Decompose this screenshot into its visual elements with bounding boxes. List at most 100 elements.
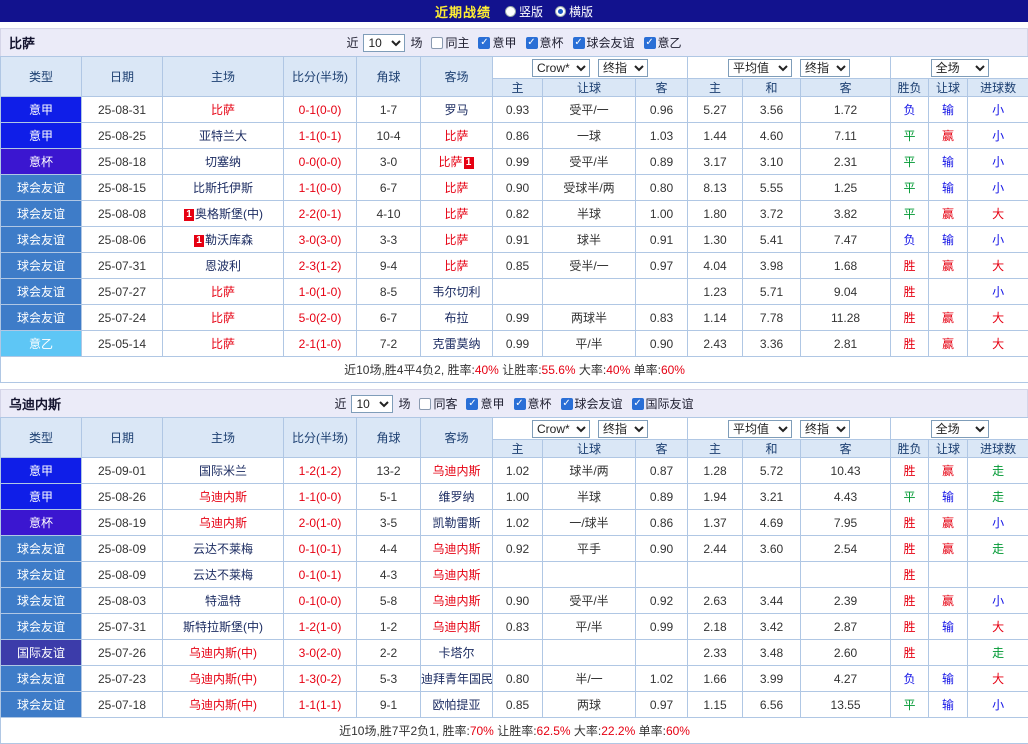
team-link[interactable]: 恩波利: [205, 259, 241, 273]
bookmaker-period-select[interactable]: 终指: [598, 420, 648, 438]
average-odds: 2.63: [688, 588, 743, 614]
layout-radio-horizontal[interactable]: 横版: [555, 3, 593, 20]
average-odds: 5.72: [743, 458, 801, 484]
team-link[interactable]: 亚特兰大: [199, 129, 247, 143]
team-link[interactable]: 乌迪内斯: [199, 490, 247, 504]
away-team: 乌迪内斯: [421, 614, 493, 640]
team-link[interactable]: 乌迪内斯: [432, 464, 480, 478]
bookmaker-odds: 半球: [543, 484, 636, 510]
average-select[interactable]: 平均值: [728, 59, 792, 77]
match-row: 意杯25-08-19乌迪内斯2-0(1-0)3-5凯勒雷斯1.02一/球半0.8…: [1, 510, 1028, 536]
summary-cell: 近10场,胜7平2负1, 胜率:70% 让胜率:62.5% 大率:22.2% 单…: [1, 718, 1028, 744]
team-link[interactable]: 云达不莱梅: [193, 568, 253, 582]
team-link[interactable]: 凯勒雷斯: [432, 516, 480, 530]
home-team: 比萨: [163, 331, 284, 357]
bookmaker-odds: [636, 640, 688, 666]
layout-radio-vertical[interactable]: 竖版: [505, 3, 543, 20]
summary-segment: 近10场,胜4平4负2, 胜率:: [344, 363, 475, 377]
filter-checkbox-同客[interactable]: 同客: [419, 395, 457, 412]
average-select[interactable]: 平均值: [728, 420, 792, 438]
topbar: 近期战绩 竖版横版: [0, 0, 1028, 22]
filter-checkbox-国际友谊[interactable]: ✓国际友谊: [632, 395, 694, 412]
team-link[interactable]: 维罗纳: [438, 490, 474, 504]
filter-games-label: 场: [410, 34, 422, 51]
handicap-result: [929, 562, 968, 588]
average-odds: 1.28: [688, 458, 743, 484]
team-link[interactable]: 罗马: [444, 103, 468, 117]
score: 2-3(1-2): [284, 253, 357, 279]
league-type: 球会友谊: [1, 562, 82, 588]
team-link[interactable]: 卡塔尔: [438, 646, 474, 660]
checkbox-label: 意杯: [528, 395, 552, 412]
team-link[interactable]: 乌迪内斯: [199, 516, 247, 530]
filter-checkbox-球会友谊[interactable]: ✓球会友谊: [561, 395, 623, 412]
team-link[interactable]: 韦尔切利: [432, 285, 480, 299]
average-odds: 7.47: [801, 227, 891, 253]
scope-select[interactable]: 全场: [931, 59, 989, 77]
team-link[interactable]: 比斯托伊斯: [193, 181, 253, 195]
team-link[interactable]: 欧帕提亚: [432, 698, 480, 712]
bookmaker-odds: 0.83: [493, 614, 543, 640]
scope-select[interactable]: 全场: [931, 420, 989, 438]
team-link[interactable]: 乌迪内斯: [432, 568, 480, 582]
team-link[interactable]: 比萨: [444, 233, 468, 247]
filter-checkbox-意甲[interactable]: ✓意甲: [466, 395, 504, 412]
average-odds: 13.55: [801, 692, 891, 718]
team-link[interactable]: 克雷莫纳: [432, 337, 480, 351]
team-link[interactable]: 比萨: [444, 129, 468, 143]
team-link[interactable]: 乌迪内斯(中): [189, 672, 257, 686]
team-link[interactable]: 奥格斯堡(中): [195, 207, 263, 221]
team-link[interactable]: 国际米兰: [199, 464, 247, 478]
filter-checkbox-意杯[interactable]: ✓意杯: [526, 34, 564, 51]
average-period-select[interactable]: 终指: [800, 420, 850, 438]
sub-col-header: 胜负: [891, 79, 929, 97]
team-link[interactable]: 乌迪内斯(中): [189, 698, 257, 712]
team-link[interactable]: 斯特拉斯堡(中): [183, 620, 263, 634]
bookmaker-odds: 0.80: [493, 666, 543, 692]
team-link[interactable]: 特温特: [205, 594, 241, 608]
average-odds: 3.44: [743, 588, 801, 614]
team-link[interactable]: 乌迪内斯(中): [189, 646, 257, 660]
team-link[interactable]: 云达不莱梅: [193, 542, 253, 556]
away-team: 比萨: [421, 201, 493, 227]
sub-col-header: 主: [688, 79, 743, 97]
team-link[interactable]: 比萨: [444, 207, 468, 221]
team-link[interactable]: 比萨: [211, 337, 235, 351]
bookmaker-odds: 一球: [543, 123, 636, 149]
average-odds: 5.71: [743, 279, 801, 305]
team-link[interactable]: 比萨: [211, 285, 235, 299]
filter-checkbox-意甲[interactable]: ✓意甲: [478, 34, 516, 51]
away-team: 布拉: [421, 305, 493, 331]
match-row: 球会友谊25-08-061勒沃库森3-0(3-0)3-3比萨0.91球半0.91…: [1, 227, 1028, 253]
match-count-select[interactable]: 10: [363, 34, 405, 52]
bookmaker-select[interactable]: Crow*: [532, 420, 590, 438]
filter-checkbox-同主[interactable]: 同主: [431, 34, 469, 51]
filter-checkbox-意乙[interactable]: ✓意乙: [644, 34, 682, 51]
bookmaker-select[interactable]: Crow*: [532, 59, 590, 77]
team-link[interactable]: 乌迪内斯: [432, 594, 480, 608]
team-link[interactable]: 比萨: [211, 103, 235, 117]
bookmaker-period-select[interactable]: 终指: [598, 59, 648, 77]
average-period-select[interactable]: 终指: [800, 59, 850, 77]
team-link[interactable]: 勒沃库森: [205, 233, 253, 247]
team-link[interactable]: 比萨: [444, 181, 468, 195]
filter-checkbox-球会友谊[interactable]: ✓球会友谊: [573, 34, 635, 51]
sub-col-header: 让球: [543, 79, 636, 97]
team-link[interactable]: 迪拜青年国民: [421, 672, 493, 686]
team-link[interactable]: 比萨: [444, 259, 468, 273]
team-link[interactable]: 布拉: [444, 311, 468, 325]
league-type: 意甲: [1, 484, 82, 510]
team-link[interactable]: 比萨: [438, 155, 462, 169]
match-count-select[interactable]: 10: [351, 395, 393, 413]
team-link[interactable]: 切塞纳: [205, 155, 241, 169]
home-team: 乌迪内斯: [163, 484, 284, 510]
average-odds: 3.72: [743, 201, 801, 227]
bookmaker-odds: [636, 279, 688, 305]
match-row: 意杯25-08-18切塞纳0-0(0-0)3-0比萨10.99受平/半0.893…: [1, 149, 1028, 175]
match-result: 胜: [891, 562, 929, 588]
team-link[interactable]: 比萨: [211, 311, 235, 325]
checkbox-checked-icon: ✓: [632, 398, 644, 410]
team-link[interactable]: 乌迪内斯: [432, 542, 480, 556]
filter-checkbox-意杯[interactable]: ✓意杯: [514, 395, 552, 412]
team-link[interactable]: 乌迪内斯: [432, 620, 480, 634]
